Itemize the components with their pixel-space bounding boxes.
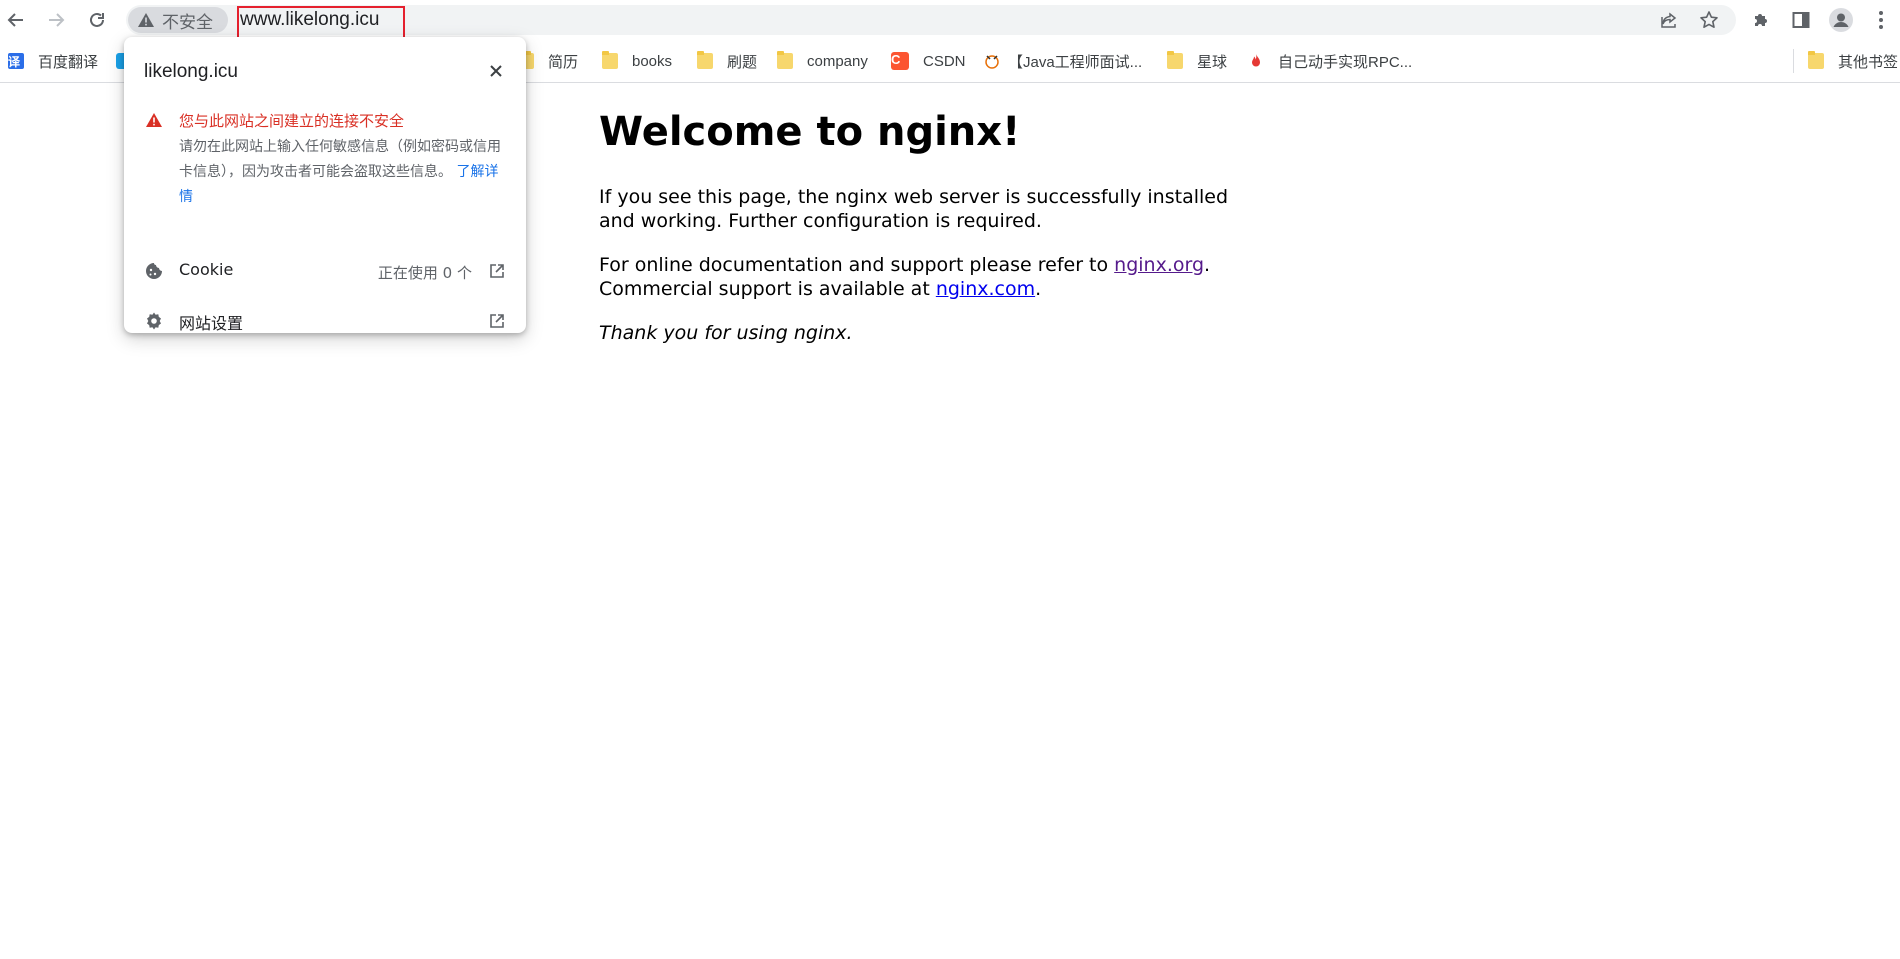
security-chip[interactable]: 不安全	[128, 7, 228, 33]
bookmark-item[interactable]: 自己动手实现RPC...	[1248, 49, 1412, 73]
warning-body-text: 请勿在此网站上输入任何敏感信息（例如密码或信用卡信息），因为攻击者可能会盗取这些…	[179, 139, 501, 180]
bookmark-label: 百度翻译	[38, 53, 99, 71]
warning-triangle-icon	[138, 13, 154, 27]
bookmark-item[interactable]: 译 百度翻译	[8, 49, 98, 73]
chrome-menu-button[interactable]	[1866, 5, 1896, 35]
intro-paragraph: If you see this page, the nginx web serv…	[599, 186, 1229, 232]
star-icon	[1700, 11, 1718, 28]
folder-icon	[1808, 51, 1824, 69]
commercial-text: Commercial support is available at	[599, 278, 936, 300]
bookmark-label: 星球	[1197, 53, 1228, 71]
bookmark-item[interactable]: books	[602, 49, 672, 73]
support-paragraph: For online documentation and support ple…	[599, 253, 1259, 301]
flame-icon	[1252, 54, 1260, 67]
side-panel-button[interactable]	[1786, 5, 1816, 35]
bookmark-item[interactable]: 简历	[524, 49, 578, 73]
nginx-org-link[interactable]: nginx.org	[1114, 254, 1204, 276]
bookmark-label: 简历	[548, 53, 579, 71]
folder-icon	[697, 51, 713, 69]
bookmark-item[interactable]: 星球	[1167, 49, 1227, 73]
share-icon	[1661, 12, 1677, 28]
folder-icon	[1167, 51, 1183, 69]
bookmark-label: 其他书签	[1838, 53, 1899, 71]
folder-icon	[602, 51, 618, 69]
bookmark-item[interactable]: C CSDN	[891, 49, 966, 73]
warning-triangle-icon	[146, 113, 162, 127]
side-panel-icon	[1792, 12, 1810, 28]
gear-icon	[144, 311, 164, 331]
other-bookmarks[interactable]: 其他书签	[1808, 49, 1898, 73]
back-button[interactable]	[0, 4, 32, 36]
site-settings-row[interactable]: 网站设置	[124, 298, 526, 344]
site-settings-label: 网站设置	[179, 314, 244, 333]
connection-warning-title: 您与此网站之间建立的连接不安全	[179, 112, 405, 130]
bookmark-label: CSDN	[923, 52, 966, 70]
extensions-button[interactable]	[1746, 5, 1776, 35]
commercial-punct: .	[1035, 278, 1042, 300]
support-text: For online documentation and support ple…	[599, 254, 1115, 276]
bookmark-label: books	[632, 52, 673, 70]
external-link-icon	[488, 312, 506, 330]
forward-button[interactable]	[40, 4, 72, 36]
kebab-menu-icon	[1879, 11, 1883, 29]
site-info-popup: likelong.icu 您与此网站之间建立的连接不安全 请勿在此网站上输入任何…	[124, 37, 526, 333]
bookmark-star-button[interactable]	[1696, 7, 1722, 33]
bookmark-item[interactable]: 刷题	[697, 49, 757, 73]
connection-warning-body: 请勿在此网站上输入任何敏感信息（例如密码或信用卡信息），因为攻击者可能会盗取这些…	[179, 135, 509, 210]
bookmark-label: company	[807, 52, 868, 70]
csdn-icon: C	[891, 52, 909, 70]
external-link-icon	[488, 262, 506, 280]
reload-button[interactable]	[81, 4, 113, 36]
folder-icon	[777, 51, 793, 69]
security-label: 不安全	[162, 12, 213, 33]
cookie-icon	[144, 261, 164, 281]
popup-close-button[interactable]	[484, 59, 508, 83]
browser-toolbar: 不安全 www.likelong.icu	[0, 0, 1900, 48]
bookmarks-divider	[1793, 49, 1794, 73]
bookmark-item[interactable]: company	[777, 49, 868, 73]
puzzle-icon	[1755, 14, 1767, 26]
thanks-paragraph: Thank you for using nginx.	[599, 322, 853, 344]
cookie-row[interactable]: Cookie 正在使用 0 个	[124, 248, 526, 294]
popup-site-title: likelong.icu	[144, 61, 238, 82]
share-button[interactable]	[1656, 7, 1682, 33]
fanyi-icon: 译	[8, 53, 24, 69]
nginx-com-link[interactable]: nginx.com	[936, 278, 1035, 300]
bookmark-item[interactable]: 【Java工程师面试...	[984, 49, 1142, 73]
arrow-right-icon	[49, 13, 65, 27]
bookmark-label: 自己动手实现RPC...	[1278, 53, 1413, 71]
support-punct: .	[1204, 254, 1211, 276]
close-icon	[490, 65, 502, 77]
arrow-left-icon	[7, 13, 23, 27]
reload-icon	[90, 12, 104, 27]
page-heading: Welcome to nginx!	[599, 109, 1021, 155]
avatar-icon	[1829, 8, 1853, 32]
cookie-label: Cookie	[179, 260, 234, 279]
profile-button[interactable]	[1826, 5, 1856, 35]
bookmark-label: 【Java工程师面试...	[1008, 53, 1143, 71]
bookmark-label: 刷题	[727, 53, 758, 71]
cookie-count: 正在使用 0 个	[377, 264, 472, 282]
site-icon	[985, 55, 999, 69]
